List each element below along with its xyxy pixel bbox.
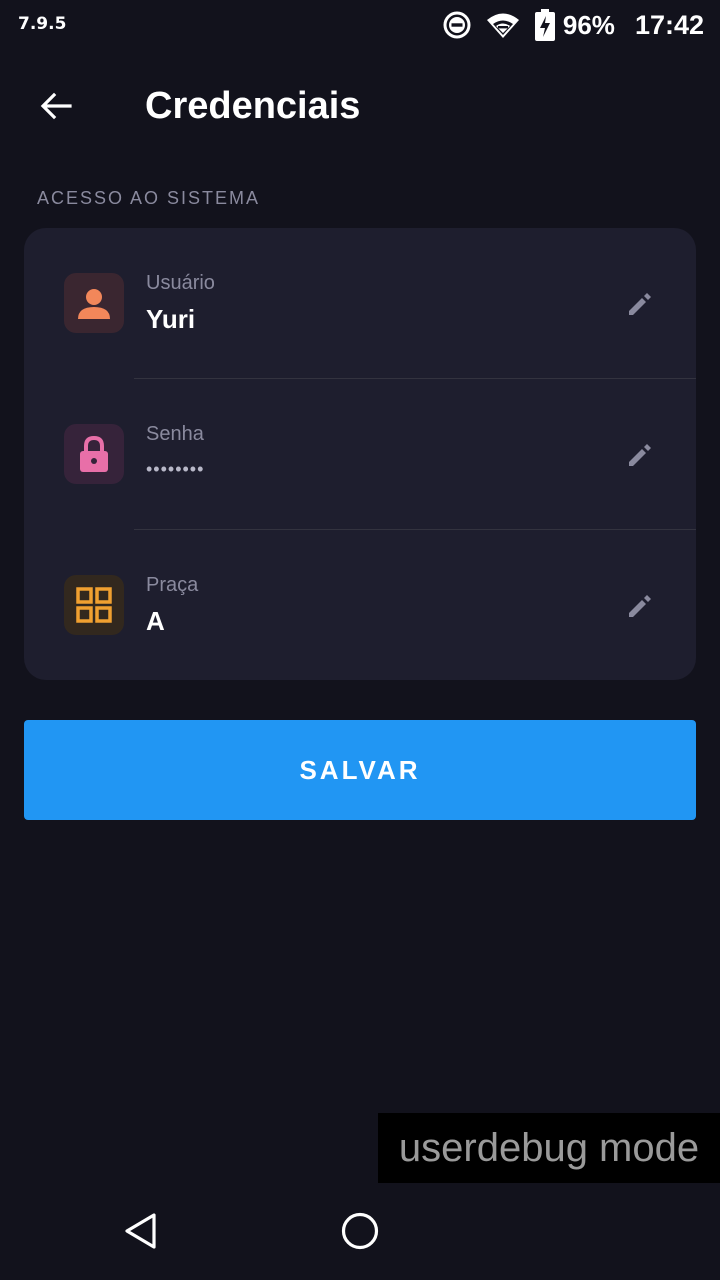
battery-percent: 96%: [562, 9, 615, 40]
nav-back-icon: [125, 1213, 156, 1249]
clock: 17:42: [634, 9, 704, 40]
edit-icon[interactable]: [624, 439, 656, 471]
credential-label: Usuário: [146, 272, 215, 294]
nav-back-button[interactable]: [115, 1205, 167, 1257]
password-value: ••••••••: [146, 459, 205, 479]
lock-icon: [64, 424, 124, 484]
edit-icon[interactable]: [624, 590, 656, 622]
credential-value: A: [146, 606, 165, 636]
nav-home-icon: [341, 1212, 379, 1250]
battery-charging-icon: [534, 9, 555, 41]
do-not-disturb-icon: [443, 11, 471, 39]
save-button[interactable]: SALVAR: [24, 720, 696, 820]
back-button[interactable]: [30, 80, 82, 132]
status-icons: 96% 17:42: [429, 8, 704, 42]
grid-icon: [64, 575, 124, 635]
edit-icon[interactable]: [624, 288, 656, 320]
credential-label: Senha: [146, 423, 204, 445]
credential-label: Praça: [146, 574, 199, 596]
credential-value: Yuri: [146, 304, 196, 334]
status-bar: 7.9.5 96% 17:42: [0, 0, 720, 50]
credential-row-senha[interactable]: Senha ••••••••: [24, 379, 696, 530]
wifi-icon: [485, 11, 521, 39]
credentials-card: Usuário Yuri Senha •••••••• Praça A: [24, 228, 696, 680]
debug-overlay: userdebug mode: [378, 1113, 720, 1183]
credential-row-praca[interactable]: Praça A: [24, 530, 696, 680]
nav-home-button[interactable]: [334, 1205, 386, 1257]
debug-text: userdebug mode: [398, 1125, 700, 1170]
person-icon: [64, 273, 124, 333]
arrow-left-icon: [40, 92, 72, 120]
app-version: 7.9.5: [18, 14, 67, 34]
page-title: Credenciais: [145, 85, 361, 127]
credentials-screen: 7.9.5 96% 17:42 Credenciais ACESSO AO SI…: [0, 0, 720, 1280]
section-label: ACESSO AO SISTEMA: [37, 188, 261, 208]
credential-row-usuario[interactable]: Usuário Yuri: [24, 228, 696, 379]
